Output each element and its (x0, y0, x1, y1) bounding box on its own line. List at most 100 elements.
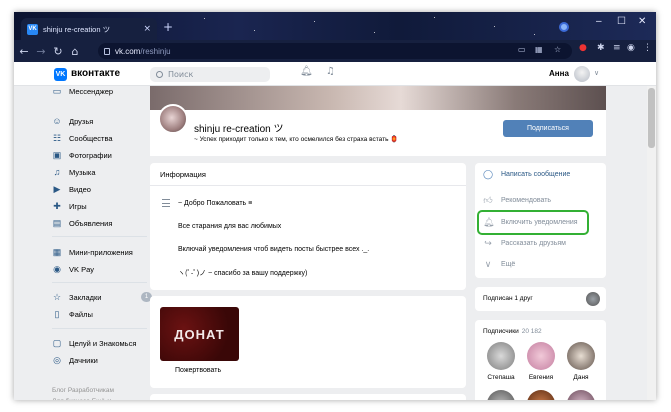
vk-header: VK вконтакте Поиск 🔔︎ ♫ Анна ∨ (14, 62, 656, 86)
home-icon[interactable]: ⌂ (68, 45, 82, 58)
sidebar-item-label: Мессенджер (69, 86, 114, 96)
vk-brand[interactable]: вконтакте (71, 68, 120, 79)
bookmark-icon: ☆ (52, 292, 62, 302)
user-avatar[interactable] (574, 66, 590, 82)
donate-label[interactable]: Пожертвовать (175, 367, 221, 374)
friends-label[interactable]: Подписан 1 друг (483, 295, 533, 302)
subscriber-avatar[interactable] (487, 390, 515, 400)
subscriber-name[interactable]: Степаша (483, 374, 519, 381)
music-icon: ♫ (53, 167, 61, 177)
subscriber-avatar[interactable] (567, 342, 595, 370)
video-icon: ▶ (53, 184, 61, 194)
browser-tab[interactable]: VK shinju re-creation ツ × (21, 18, 157, 40)
forward-icon[interactable]: → (34, 45, 48, 58)
menu-kebab-icon[interactable]: ⋮ (643, 43, 652, 53)
close-window-button[interactable]: ✕ (638, 16, 646, 27)
subscriber-avatar[interactable] (487, 342, 515, 370)
sidebar-item-label: Целуй и Знакомься (69, 338, 137, 348)
files-icon: ▯ (54, 309, 60, 319)
subscribers-label[interactable]: Подписчики 20 182 (483, 328, 542, 335)
highlight-frame (477, 210, 589, 235)
scrollbar-thumb[interactable] (648, 88, 655, 148)
friends-card: Подписан 1 друг (475, 287, 606, 311)
sidebar-item-7[interactable]: ▤ Объявления (52, 216, 152, 230)
notifications-bell-icon[interactable]: 🔔︎ (300, 66, 313, 77)
profile-name: shinju re-creation ツ (194, 124, 284, 135)
sidebar-item-0[interactable]: ▭ Мессенджер (52, 84, 152, 98)
sidebar-item-6[interactable]: ✚ Игры (52, 199, 152, 213)
sidebar-footer-links[interactable]: Для бизнеса Ещё ∨ (52, 397, 112, 400)
sidebar-item-11[interactable]: ▯ Файлы (52, 307, 152, 321)
browser-profile-icon[interactable] (559, 22, 569, 32)
photo-icon: ▣ (52, 150, 62, 160)
bookmark-star-icon[interactable]: ☆ (554, 45, 561, 54)
vk-logo-icon[interactable]: VK (54, 68, 67, 81)
action-label: Ещё (501, 260, 516, 268)
search-input[interactable]: Поиск (150, 67, 270, 82)
next-card (150, 394, 466, 400)
profile-avatar[interactable] (158, 104, 188, 134)
minimize-button[interactable]: – (596, 16, 602, 27)
action-label: Рассказать друзьям (501, 239, 566, 247)
app-icon: ▢ (52, 338, 62, 348)
info-header: Информация (150, 163, 466, 186)
subscriber-avatar[interactable] (527, 390, 555, 400)
extension-red-icon[interactable]: ● (579, 43, 587, 53)
subscriber-name[interactable]: Евгения (523, 374, 559, 381)
games-icon: ✚ (53, 201, 61, 211)
extensions-puzzle-icon[interactable]: ✱ (597, 43, 605, 53)
subscriber-name[interactable]: Даня (563, 374, 599, 381)
sidebar-item-label: Музыка (69, 167, 96, 177)
sidebar-divider (52, 236, 147, 237)
donate-image[interactable]: ДОНАТ (160, 307, 239, 361)
sidebar-item-13[interactable]: ◎ Дачники (52, 353, 152, 367)
profile-avatar-icon[interactable]: ◉ (627, 43, 635, 53)
tab-strip: VK shinju re-creation ツ × + – ☐ ✕ (14, 12, 656, 40)
tab-title: shinju re-creation ツ (43, 24, 111, 34)
friend-avatar[interactable] (586, 292, 600, 306)
search-placeholder: Поиск (168, 70, 194, 79)
sidebar-divider (52, 282, 147, 283)
address-bar[interactable]: vk.com/reshinju ▭ ▦ ☆ (98, 43, 572, 59)
sidebar-item-3[interactable]: ▣ Фотографии (52, 148, 152, 162)
user-name[interactable]: Анна (549, 69, 569, 78)
sidebar-item-8[interactable]: ▦ Мини-приложения (52, 245, 152, 259)
music-note-icon[interactable]: ♫ (326, 66, 335, 77)
like-icon: 👍︎ (483, 194, 493, 205)
back-icon[interactable]: ← (17, 45, 31, 58)
subscriber-avatar[interactable] (527, 342, 555, 370)
sidebar-item-2[interactable]: ☷ Сообщества (52, 131, 152, 145)
action-like[interactable]: 👍︎ Рекомендовать (483, 193, 551, 207)
sidebar-item-9[interactable]: ◉ VK Pay (52, 262, 152, 276)
chat-icon: ▭ (52, 86, 62, 96)
subscriber-avatar[interactable] (567, 390, 595, 400)
tab-close-icon[interactable]: × (143, 24, 151, 34)
sidebar-footer-links[interactable]: Блог Разработчикам (52, 387, 114, 394)
cast-icon[interactable]: ▭ (518, 45, 526, 54)
sidebar-item-12[interactable]: ▢ Целуй и Знакомься (52, 336, 152, 350)
vk-favicon-icon: VK (27, 23, 38, 35)
sidebar-item-label: Мини-приложения (69, 247, 133, 257)
action-message[interactable]: ◯ Написать сообщение (483, 167, 570, 181)
message-icon: ◯ (483, 168, 494, 179)
reading-list-icon[interactable]: ≡ (613, 43, 621, 53)
sidebar-item-label: Закладки (69, 292, 102, 302)
sidebar-item-1[interactable]: ☺ Друзья (52, 114, 152, 128)
new-tab-button[interactable]: + (163, 21, 173, 33)
chevron-down-icon[interactable]: ∨ (594, 69, 599, 77)
action-chevron-down[interactable]: ∨ Ещё (483, 257, 516, 271)
qr-icon[interactable]: ▦ (535, 45, 543, 54)
sidebar-item-label: Сообщества (69, 133, 113, 143)
subscribers-card: Подписчики 20 182 Степаша Евгения Даня (475, 320, 606, 400)
reload-icon[interactable]: ↻ (51, 45, 65, 58)
sidebar-item-4[interactable]: ♫ Музыка (52, 165, 152, 179)
maximize-button[interactable]: ☐ (617, 16, 626, 27)
profile-status: ~ Успех приходит только к тем, кто осмел… (194, 136, 399, 143)
browser-toolbar: ← → ↻ ⌂ vk.com/reshinju ▭ ▦ ☆ (14, 40, 656, 62)
subscribe-button[interactable]: Подписаться (503, 120, 593, 137)
sidebar-item-5[interactable]: ▶ Видео (52, 182, 152, 196)
page-scrollbar[interactable] (647, 86, 656, 400)
share-icon: ↪ (484, 237, 492, 248)
action-share[interactable]: ↪ Рассказать друзьям (483, 236, 566, 250)
sidebar-item-10[interactable]: ☆ Закладки 1 (52, 290, 152, 304)
